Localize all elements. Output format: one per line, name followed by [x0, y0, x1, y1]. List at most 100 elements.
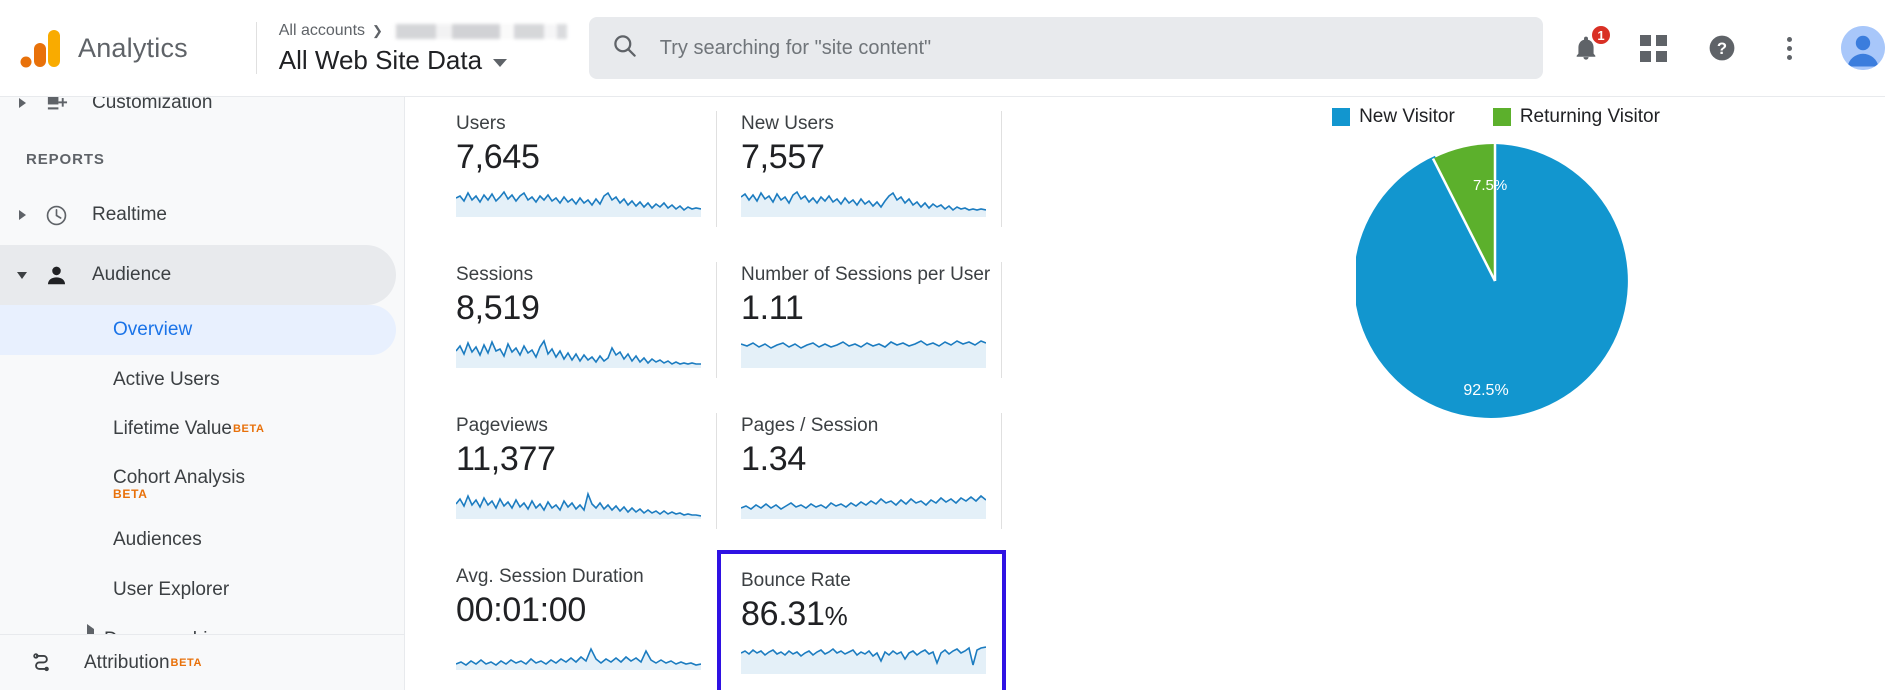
- caret-down-icon[interactable]: [12, 271, 32, 279]
- sidebar-subitem-overview[interactable]: Overview: [0, 305, 396, 355]
- sidebar-navigation: Customization REPORTS Realtime Audience …: [0, 97, 405, 690]
- top-bar: Analytics All accounts ❯ All Web Site Da…: [0, 0, 1885, 97]
- breadcrumb-account-name-redacted: [391, 23, 567, 39]
- notifications-bell-icon[interactable]: 1: [1569, 24, 1612, 65]
- sparkline-chart: [456, 491, 701, 520]
- sidebar-subitem-user-explorer[interactable]: User Explorer: [0, 565, 396, 615]
- metric-value: 8,519: [456, 289, 540, 327]
- metric-card-sessions-per-user[interactable]: Number of Sessions per User 1.11: [717, 248, 1002, 399]
- metric-title: Avg. Session Duration: [456, 566, 644, 587]
- person-icon: [38, 263, 74, 288]
- breadcrumb-separator-icon: ❯: [372, 23, 383, 38]
- metric-card-row: Users 7,645 New Users 7,557: [432, 97, 1002, 248]
- search-icon: [611, 32, 638, 64]
- audience-overview-content: Users 7,645 New Users 7,557 Sessions 8,5…: [406, 97, 1885, 690]
- legend-item-returning-visitor[interactable]: Returning Visitor: [1492, 106, 1660, 128]
- metric-card-bounce-rate[interactable]: Bounce Rate 86.31%: [717, 550, 1006, 690]
- search-input[interactable]: [659, 36, 1521, 60]
- metric-card-pages-per-session[interactable]: Pages / Session 1.34: [717, 399, 1002, 550]
- account-selector[interactable]: All accounts ❯ All Web Site Data: [257, 20, 567, 76]
- metric-value-suffix: %: [824, 601, 848, 631]
- attribution-path-icon: [24, 650, 60, 676]
- sidebar-subitem-label: User Explorer: [113, 579, 230, 600]
- sidebar-subitem-label: Overview: [113, 319, 193, 340]
- metric-value: 00:01:00: [456, 591, 586, 629]
- search-bar[interactable]: [588, 17, 1543, 79]
- svg-text:?: ?: [1717, 39, 1727, 58]
- metric-card-row: Pageviews 11,377 Pages / Session 1.34: [432, 399, 1002, 550]
- caret-right-icon[interactable]: [12, 98, 32, 108]
- product-name: Analytics: [78, 32, 188, 63]
- beta-badge: BETA: [233, 423, 265, 435]
- clock-icon: [38, 203, 74, 228]
- metric-value-number: 86.31: [741, 595, 825, 633]
- sidebar-item-customization[interactable]: Customization: [0, 97, 404, 133]
- notification-count-badge: 1: [1589, 24, 1612, 46]
- beta-badge: BETA: [170, 656, 203, 669]
- sidebar-section-reports: REPORTS: [26, 150, 105, 168]
- sparkline-chart: [456, 339, 701, 369]
- metric-title: Users: [456, 113, 506, 134]
- google-analytics-logo-icon: [20, 30, 60, 68]
- sidebar-item-attribution[interactable]: Attribution BETA: [0, 634, 404, 690]
- apps-grid-icon[interactable]: [1637, 31, 1671, 65]
- kebab-glyph: [1787, 36, 1793, 60]
- sparkline-chart: [456, 190, 701, 218]
- sparkline-chart: [741, 646, 986, 675]
- top-bar-icons: 1 ?: [1569, 24, 1885, 70]
- sparkline-chart: [741, 340, 986, 369]
- breadcrumb[interactable]: All accounts ❯: [279, 20, 567, 42]
- sparkline-chart: [456, 647, 701, 671]
- legend-swatch-icon: [1492, 108, 1511, 126]
- caret-down-icon[interactable]: [493, 59, 508, 67]
- metric-card-pageviews[interactable]: Pageviews 11,377: [432, 399, 717, 550]
- sidebar-item-label: Customization: [92, 97, 213, 113]
- sidebar-subitem-label: Lifetime Value: [113, 418, 232, 439]
- legend-swatch-icon: [1332, 108, 1351, 126]
- sparkline-chart: [741, 495, 986, 520]
- breadcrumb-all-accounts[interactable]: All accounts: [279, 22, 365, 40]
- metric-card-new-users[interactable]: New Users 7,557: [717, 97, 1002, 248]
- pie-chart[interactable]: 7.5% 92.5%: [1356, 137, 1636, 427]
- pie-label-returning-visitor: 7.5%: [1473, 177, 1507, 194]
- metric-value: 1.34: [741, 440, 806, 478]
- customization-icon: [38, 97, 74, 115]
- more-vert-kebab-icon[interactable]: [1773, 31, 1807, 65]
- help-glyph: ?: [1709, 35, 1735, 61]
- pie-legend: New Visitor Returning Visitor: [1146, 97, 1846, 137]
- sidebar-subitem-cohort-analysis[interactable]: Cohort Analysis BETA: [0, 453, 396, 515]
- sparkline-chart: [741, 191, 986, 218]
- sidebar-subitem-label: Active Users: [113, 369, 220, 390]
- avatar-glyph: [1840, 26, 1885, 70]
- help-question-icon[interactable]: ?: [1705, 31, 1739, 65]
- metric-card-users[interactable]: Users 7,645: [432, 97, 717, 248]
- view-title: All Web Site Data: [278, 45, 483, 75]
- caret-right-icon[interactable]: [12, 210, 32, 220]
- metric-card-sessions[interactable]: Sessions 8,519: [432, 248, 717, 399]
- grid-glyph: [1640, 34, 1668, 62]
- legend-label: New Visitor: [1359, 106, 1455, 127]
- sidebar-subitem-lifetime-value[interactable]: Lifetime Value BETA: [0, 405, 396, 453]
- metric-title: Number of Sessions per User: [741, 264, 991, 285]
- metric-value: 7,557: [741, 138, 825, 176]
- view-selector[interactable]: All Web Site Data: [279, 45, 567, 76]
- metric-card-avg-session-duration[interactable]: Avg. Session Duration 00:01:00: [432, 550, 717, 690]
- metric-title: Sessions: [456, 264, 534, 285]
- sidebar-item-realtime[interactable]: Realtime: [0, 185, 404, 245]
- brand-block[interactable]: Analytics: [0, 26, 250, 70]
- sidebar-item-label: Attribution: [84, 651, 170, 673]
- sidebar-subitem-label: Audiences: [113, 529, 202, 550]
- metric-title: New Users: [741, 113, 834, 134]
- account-avatar-icon[interactable]: [1840, 26, 1885, 70]
- legend-item-new-visitor[interactable]: New Visitor: [1332, 106, 1455, 128]
- metric-value: 86.31%: [741, 595, 982, 633]
- sidebar-subitem-audiences[interactable]: Audiences: [0, 515, 396, 565]
- metric-title: Pages / Session: [741, 415, 879, 436]
- sidebar-item-label: Audience: [92, 264, 172, 285]
- metric-cards-grid: Users 7,645 New Users 7,557 Sessions 8,5…: [432, 97, 1006, 690]
- metric-title: Bounce Rate: [741, 570, 851, 591]
- sidebar-subitem-active-users[interactable]: Active Users: [0, 355, 396, 405]
- new-vs-returning-pie-panel: New Visitor Returning Visitor 7.5% 92.5%: [1146, 97, 1846, 427]
- metric-value: 7,645: [456, 138, 540, 176]
- sidebar-item-audience[interactable]: Audience: [0, 245, 396, 305]
